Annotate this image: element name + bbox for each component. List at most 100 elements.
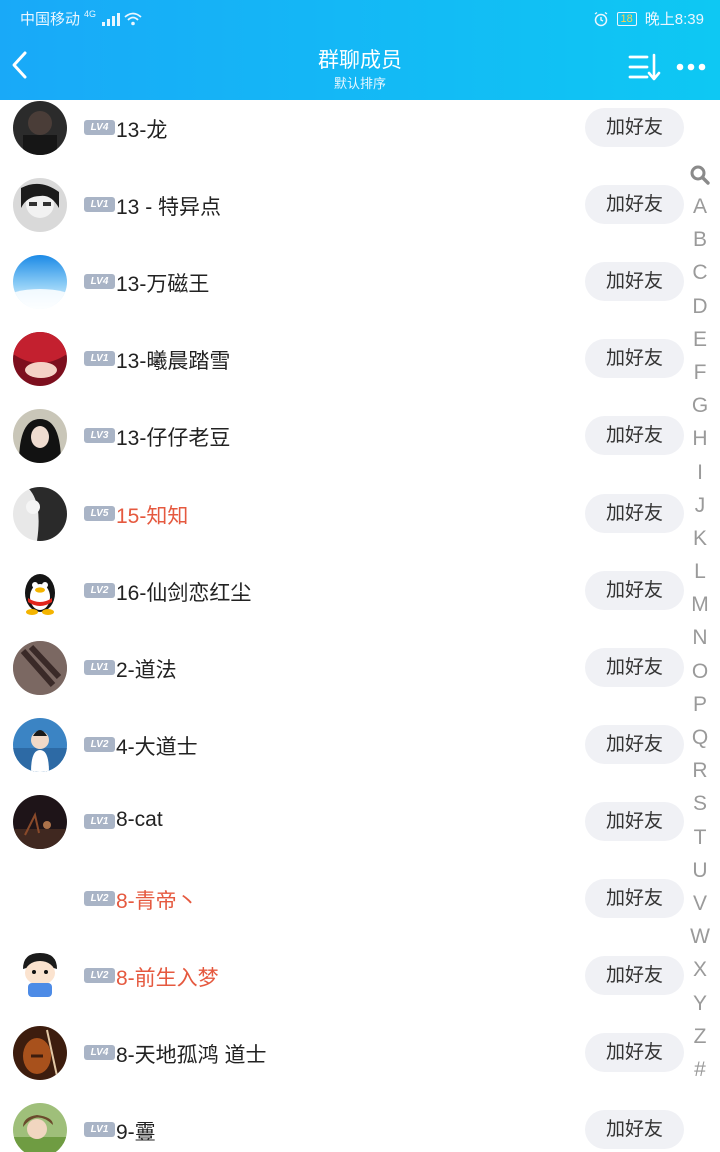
index-letter[interactable]: E xyxy=(686,323,714,356)
member-name: 8-前生入梦 xyxy=(116,967,219,991)
member-name: 8-cat xyxy=(116,807,163,831)
member-list: LV4 13-龙 加好友 LV1 13 - 特异点 加好友 LV4 13-万磁王 加好友 LV1 1… xyxy=(0,100,720,1152)
member-row[interactable]: LV1 8-cat 加好友 xyxy=(0,784,720,861)
page-title: 群聊成员 xyxy=(318,49,402,72)
level-badge: LV2 xyxy=(84,736,115,752)
member-name: 13-曦晨踏雪 xyxy=(116,350,231,374)
index-letter[interactable]: T xyxy=(686,821,714,854)
index-letter[interactable]: F xyxy=(686,356,714,389)
member-row[interactable]: LV3 13-仔仔老豆 加好友 xyxy=(0,398,720,475)
index-letter[interactable]: L xyxy=(686,555,714,588)
title-bar: 群聊成员 默认排序 xyxy=(0,34,720,100)
add-friend-button[interactable]: 加好友 xyxy=(585,570,684,610)
index-letter[interactable]: U xyxy=(686,854,714,887)
avatar[interactable] xyxy=(13,332,67,387)
avatar[interactable] xyxy=(13,486,67,541)
member-row[interactable]: LV2 16-仙剑恋红尘 加好友 xyxy=(0,553,720,630)
avatar[interactable] xyxy=(13,717,67,772)
add-friend-button[interactable]: 加好友 xyxy=(585,647,684,687)
index-letter[interactable]: P xyxy=(686,688,714,721)
level-badge: LV2 xyxy=(84,582,115,598)
more-icon[interactable] xyxy=(676,62,706,72)
level-badge: LV4 xyxy=(84,120,115,135)
avatar[interactable] xyxy=(13,101,67,155)
index-letter[interactable]: J xyxy=(686,489,714,522)
status-bar: 中国移动 4G 18 晚上8:39 xyxy=(0,0,720,34)
index-letter[interactable]: Z xyxy=(686,1020,714,1053)
level-badge: LV1 xyxy=(84,659,115,675)
member-name: 9-霻 xyxy=(116,1121,156,1145)
index-letter[interactable]: W xyxy=(686,920,714,953)
level-badge: LV1 xyxy=(84,351,115,367)
level-badge: LV4 xyxy=(84,1045,115,1061)
add-friend-button[interactable]: 加好友 xyxy=(585,879,684,918)
add-friend-button[interactable]: 加好友 xyxy=(585,108,684,147)
member-row[interactable]: LV4 8-天地孤鸿 道士 加好友 xyxy=(0,1015,720,1092)
add-friend-button[interactable]: 加好友 xyxy=(585,1033,684,1073)
member-name: 13-龙 xyxy=(116,119,168,142)
carrier-label: 中国移动 xyxy=(20,11,81,28)
member-name: 13-万磁王 xyxy=(116,273,210,297)
member-row[interactable]: LV2 8-前生入梦 加好友 xyxy=(0,938,720,1015)
search-icon[interactable] xyxy=(689,164,711,186)
index-letter[interactable]: H xyxy=(686,422,714,455)
index-letter[interactable]: Q xyxy=(686,721,714,754)
alphabet-index[interactable]: A B C D E F G H I J K L M N O P Q R S T U V W X Y Z # xyxy=(686,164,714,1086)
add-friend-button[interactable]: 加好友 xyxy=(585,493,684,533)
add-friend-button[interactable]: 加好友 xyxy=(585,956,684,996)
member-row[interactable]: LV2 8-青帝丶 加好友 xyxy=(0,861,720,938)
index-letter[interactable]: K xyxy=(686,522,714,555)
avatar[interactable] xyxy=(13,1026,67,1081)
avatar[interactable] xyxy=(13,640,67,695)
index-letter[interactable]: C xyxy=(686,256,714,289)
index-letter[interactable]: R xyxy=(686,754,714,787)
index-letter[interactable]: N xyxy=(686,621,714,654)
sort-mode-label[interactable]: 默认排序 xyxy=(0,73,720,92)
index-letter[interactable]: Y xyxy=(686,987,714,1020)
member-name: 16-仙剑恋红尘 xyxy=(116,581,252,605)
index-letter[interactable]: A xyxy=(686,190,714,223)
add-friend-button[interactable]: 加好友 xyxy=(585,185,684,225)
sort-icon[interactable] xyxy=(627,52,661,82)
member-row[interactable]: LV2 4-大道士 加好友 xyxy=(0,707,720,784)
add-friend-button[interactable]: 加好友 xyxy=(585,262,684,302)
index-letter[interactable]: G xyxy=(686,389,714,422)
index-letter[interactable]: O xyxy=(686,655,714,688)
index-letter[interactable]: X xyxy=(686,953,714,986)
member-row[interactable]: LV4 13-龙 加好友 xyxy=(0,100,720,167)
avatar[interactable] xyxy=(13,563,67,618)
index-letter[interactable]: B xyxy=(686,223,714,256)
member-row[interactable]: LV1 9-霻 加好友 xyxy=(0,1092,720,1152)
level-badge: LV5 xyxy=(84,505,115,521)
avatar[interactable] xyxy=(13,794,67,849)
add-friend-button[interactable]: 加好友 xyxy=(585,801,684,841)
index-letter[interactable]: V xyxy=(686,887,714,920)
avatar[interactable] xyxy=(13,409,67,464)
index-letter[interactable]: I xyxy=(686,456,714,489)
member-row[interactable]: LV4 13-万磁王 加好友 xyxy=(0,244,720,321)
avatar[interactable] xyxy=(13,872,67,926)
add-friend-button[interactable]: 加好友 xyxy=(585,1110,684,1150)
header: 中国移动 4G 18 晚上8:39 群聊成员 默认排序 xyxy=(0,0,720,100)
add-friend-button[interactable]: 加好友 xyxy=(585,416,684,456)
avatar[interactable] xyxy=(13,255,67,310)
index-letter[interactable]: # xyxy=(686,1053,714,1086)
level-badge: LV2 xyxy=(84,968,115,984)
member-name: 8-天地孤鸿 道士 xyxy=(116,1044,267,1068)
member-row[interactable]: LV1 13-曦晨踏雪 加好友 xyxy=(0,321,720,398)
index-letter[interactable]: S xyxy=(686,787,714,820)
index-letter[interactable]: M xyxy=(686,588,714,621)
avatar[interactable] xyxy=(13,949,67,1004)
member-row[interactable]: LV1 2-道法 加好友 xyxy=(0,630,720,707)
member-row[interactable]: LV5 15-知知 加好友 xyxy=(0,476,720,553)
level-badge: LV1 xyxy=(84,813,115,829)
wifi-icon xyxy=(124,12,142,25)
level-badge: LV1 xyxy=(84,1122,115,1138)
add-friend-button[interactable]: 加好友 xyxy=(585,339,684,379)
index-letter[interactable]: D xyxy=(686,290,714,323)
avatar[interactable] xyxy=(13,1103,67,1152)
add-friend-button[interactable]: 加好友 xyxy=(585,724,684,764)
member-name: 13-仔仔老豆 xyxy=(116,427,231,451)
avatar[interactable] xyxy=(13,178,67,233)
member-row[interactable]: LV1 13 - 特异点 加好友 xyxy=(0,167,720,244)
